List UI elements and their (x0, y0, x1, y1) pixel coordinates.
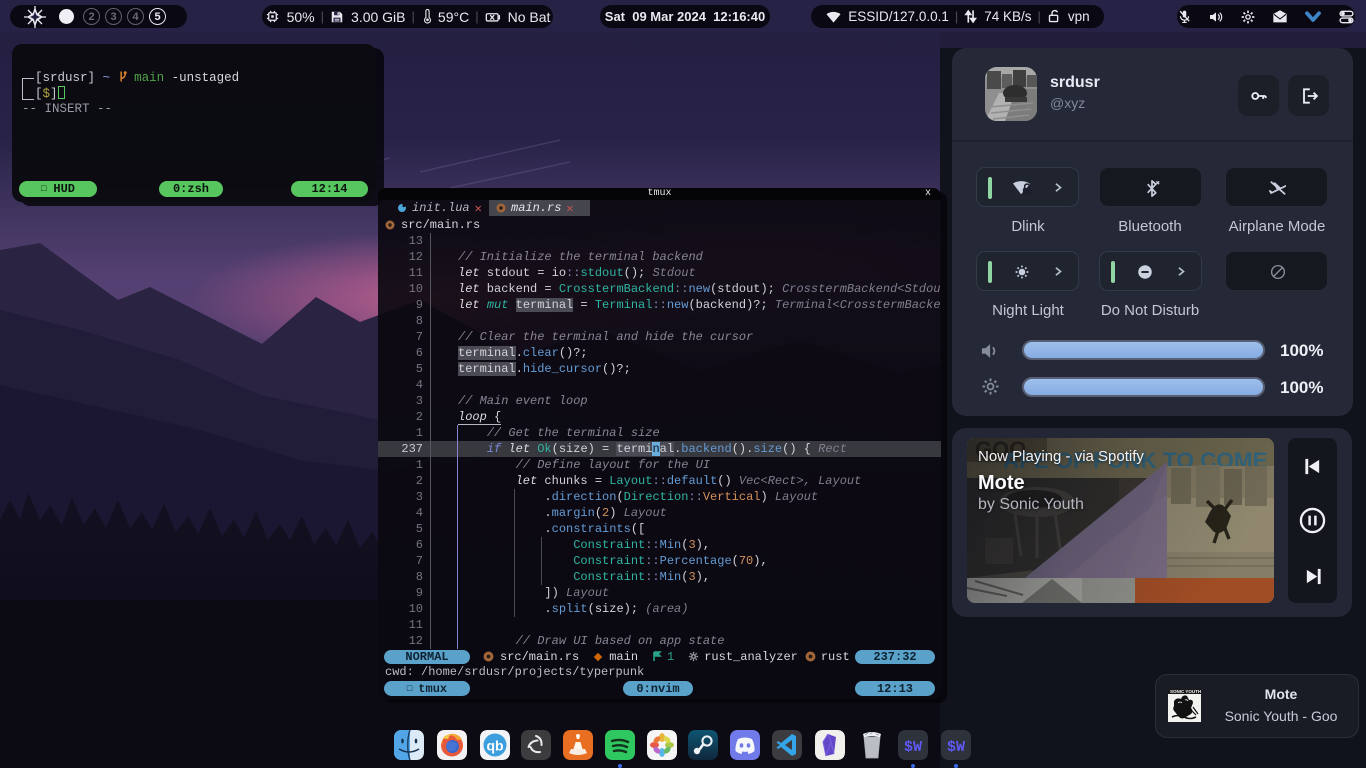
svg-text:SONIC YOUTH: SONIC YOUTH (1170, 689, 1201, 694)
